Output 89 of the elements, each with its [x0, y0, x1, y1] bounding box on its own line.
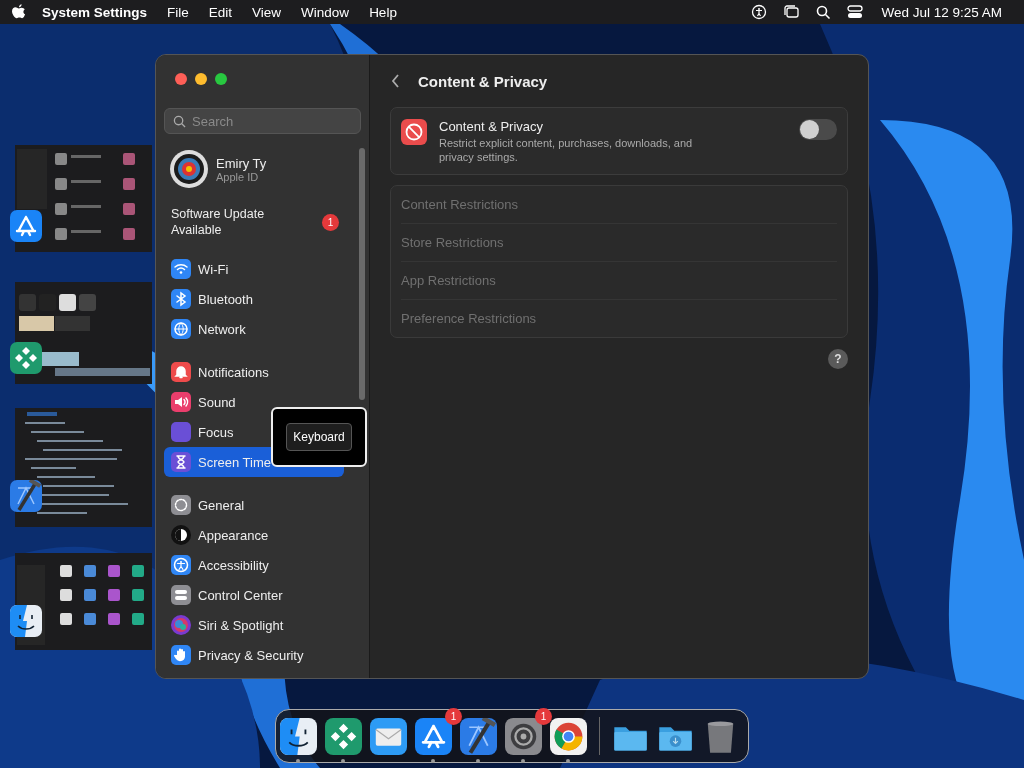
app-menu[interactable]: System Settings	[32, 4, 158, 20]
menu-item[interactable]: Window	[291, 4, 360, 20]
smiling-face-icon	[10, 605, 42, 637]
sidebar-item[interactable]: Privacy & Security	[164, 640, 344, 670]
window-thumbnail[interactable]	[15, 282, 152, 384]
card-description: Restrict explicit content, purchases, downloads, and privacy settings.	[439, 136, 694, 164]
sidebar-item-label: Wi-Fi	[198, 261, 229, 277]
sidebar-item-label: Privacy & Security	[198, 647, 304, 663]
globe-icon	[171, 319, 191, 339]
window-thumbnail[interactable]	[15, 553, 152, 650]
account-subtitle: Apple ID	[216, 170, 259, 183]
card-title: Content & Privacy	[439, 119, 545, 134]
search-icon	[173, 115, 186, 128]
hammer-blueprint-icon	[10, 480, 42, 512]
sidebar-item[interactable]: Network	[164, 314, 344, 344]
sidebar-item[interactable]: Sound	[164, 387, 344, 417]
notification-badge: 1	[322, 213, 339, 231]
diamond-app-icon	[10, 342, 42, 374]
orb-icon	[171, 615, 191, 635]
sidebar-item-label: Appearance	[198, 527, 269, 543]
dock-item[interactable]	[460, 717, 497, 755]
sidebar-item[interactable]: Wi-Fi	[164, 254, 344, 284]
search-field[interactable]: Search	[164, 108, 361, 134]
zoom-button[interactable]	[215, 73, 227, 85]
menu-item[interactable]: View	[242, 4, 292, 20]
app-store-icon	[415, 717, 452, 755]
smiling-face-icon	[280, 717, 317, 755]
sidebar-item[interactable]: Control Center	[164, 580, 344, 610]
software-update-label[interactable]: Software Update Available	[171, 206, 291, 238]
toggles-icon[interactable]	[847, 4, 864, 20]
wifi-icon	[171, 259, 191, 279]
search-icon[interactable]	[815, 4, 832, 20]
speaker-icon	[171, 392, 191, 412]
sidebar-item-label: Focus	[198, 424, 234, 440]
menu-item[interactable]: File	[157, 4, 199, 20]
bluetooth-icon	[171, 289, 191, 309]
envelope-icon	[370, 717, 407, 755]
gear-icon	[171, 495, 191, 515]
clock[interactable]: Wed Jul 12 9:25 AM	[871, 4, 1012, 20]
diamond-app-icon	[325, 717, 362, 755]
hourglass-icon	[171, 452, 191, 472]
sidebar-item-label: Control Center	[198, 587, 283, 603]
scrollbar[interactable]	[359, 148, 365, 400]
hand-icon	[171, 645, 191, 665]
sidebar-item[interactable]: General	[164, 490, 344, 520]
app-store-icon	[10, 210, 42, 242]
account-name[interactable]: Emiry Ty	[216, 155, 267, 171]
sidebar-item[interactable]: Accessibility	[164, 550, 344, 580]
close-button[interactable]	[175, 73, 187, 85]
accessibility-icon	[171, 555, 191, 575]
dock-item[interactable]	[325, 717, 362, 755]
window-thumbnail[interactable]	[15, 145, 152, 252]
hammer-blueprint-icon	[460, 717, 497, 755]
toggles-icon	[171, 585, 191, 605]
sidebar-item[interactable]: Appearance	[164, 520, 344, 550]
sidebar-item-label: Bluetooth	[198, 291, 253, 307]
sidebar-item-label: Notifications	[198, 364, 269, 380]
dock-item[interactable]	[370, 717, 407, 755]
apple-logo-icon[interactable]	[12, 4, 26, 20]
dock-item[interactable]	[550, 717, 587, 755]
sidebar-item-label: Network	[198, 321, 246, 337]
half-circle-icon	[171, 525, 191, 545]
keyboard-button[interactable]: Keyboard	[286, 423, 352, 451]
sidebar-item[interactable]: Notifications	[164, 357, 344, 387]
bell-icon	[171, 362, 191, 382]
minimize-button[interactable]	[195, 73, 207, 85]
target-avatar-icon[interactable]	[170, 150, 208, 188]
prohibited-icon	[401, 119, 427, 145]
sidebar-item[interactable]: Bluetooth	[164, 284, 344, 314]
dock-item[interactable]	[415, 717, 452, 755]
sidebar-item-label: General	[198, 497, 245, 513]
sidebar-item-label: Accessibility	[198, 557, 269, 573]
window-thumbnail[interactable]	[15, 408, 152, 527]
back-icon[interactable]	[390, 73, 402, 89]
browser-icon	[550, 717, 587, 755]
menu-item[interactable]: Edit	[198, 4, 243, 20]
toggle-switch[interactable]	[799, 119, 837, 140]
sidebar-item-label: Sound	[198, 394, 236, 410]
dock-item[interactable]	[280, 717, 317, 755]
dock-item[interactable]	[505, 717, 542, 755]
help-button[interactable]: ?	[828, 349, 848, 369]
sidebar-item-label: Siri & Spotlight	[198, 617, 284, 633]
menu-item[interactable]: Help	[359, 4, 407, 20]
sidebar-item[interactable]: Siri & Spotlight	[164, 610, 344, 640]
sidebar-item-label: Screen Time	[198, 454, 271, 470]
accessibility-icon[interactable]	[751, 4, 768, 20]
page-title: Content & Privacy	[418, 72, 548, 90]
gear-icon	[505, 717, 542, 755]
windows-icon[interactable]	[783, 4, 800, 20]
